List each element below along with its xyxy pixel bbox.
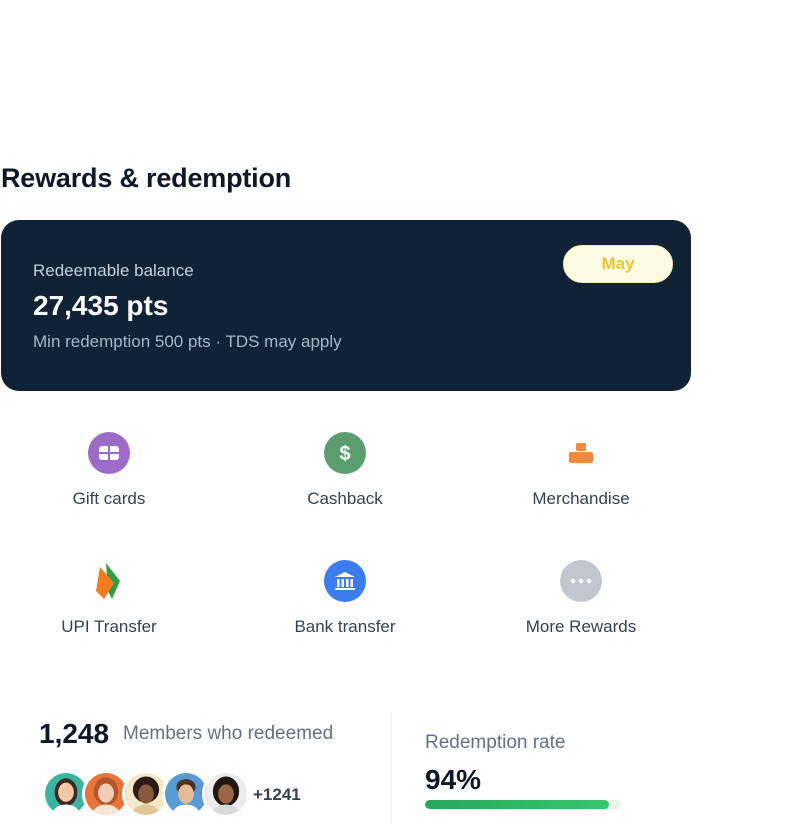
avatar-stack[interactable]: [42, 770, 250, 818]
balance-label: Redeemable balance: [33, 261, 194, 280]
members-label: Members who redeemed: [123, 723, 334, 744]
box-icon: [560, 432, 602, 474]
members-count: 1,248: [39, 718, 110, 749]
option-label: Gift cards: [72, 489, 146, 508]
redemption-progress-fill: [425, 800, 610, 809]
option-label: Merchandise: [532, 489, 630, 508]
option-label: Bank transfer: [294, 617, 396, 636]
balance-value: 27,435 pts: [33, 290, 169, 321]
more-dots-icon: [560, 560, 602, 602]
balance-card: Redeemable balance 27,435 pts Min redemp…: [1, 220, 691, 391]
upi-logo-icon: [88, 560, 130, 602]
dollar-icon: $: [324, 432, 366, 474]
gift-card-icon: [88, 432, 130, 474]
avatar: [202, 770, 250, 818]
option-label: Cashback: [307, 489, 383, 508]
redemption-rate-value: 94%: [425, 764, 482, 795]
more-members-count[interactable]: +1241: [253, 785, 301, 805]
option-label: UPI Transfer: [61, 617, 157, 636]
stats-divider: [391, 712, 392, 824]
option-label: More Rewards: [525, 617, 637, 636]
svg-text:$: $: [339, 443, 350, 464]
redemption-progress-bar: [425, 800, 621, 809]
section-title: Rewards & redemption: [1, 163, 292, 193]
month-selector-pill[interactable]: May: [563, 245, 673, 283]
redemption-rate-label: Redemption rate: [425, 732, 566, 753]
bank-icon: [324, 560, 366, 602]
balance-note: Min redemption 500 pts · TDS may apply: [33, 332, 342, 351]
